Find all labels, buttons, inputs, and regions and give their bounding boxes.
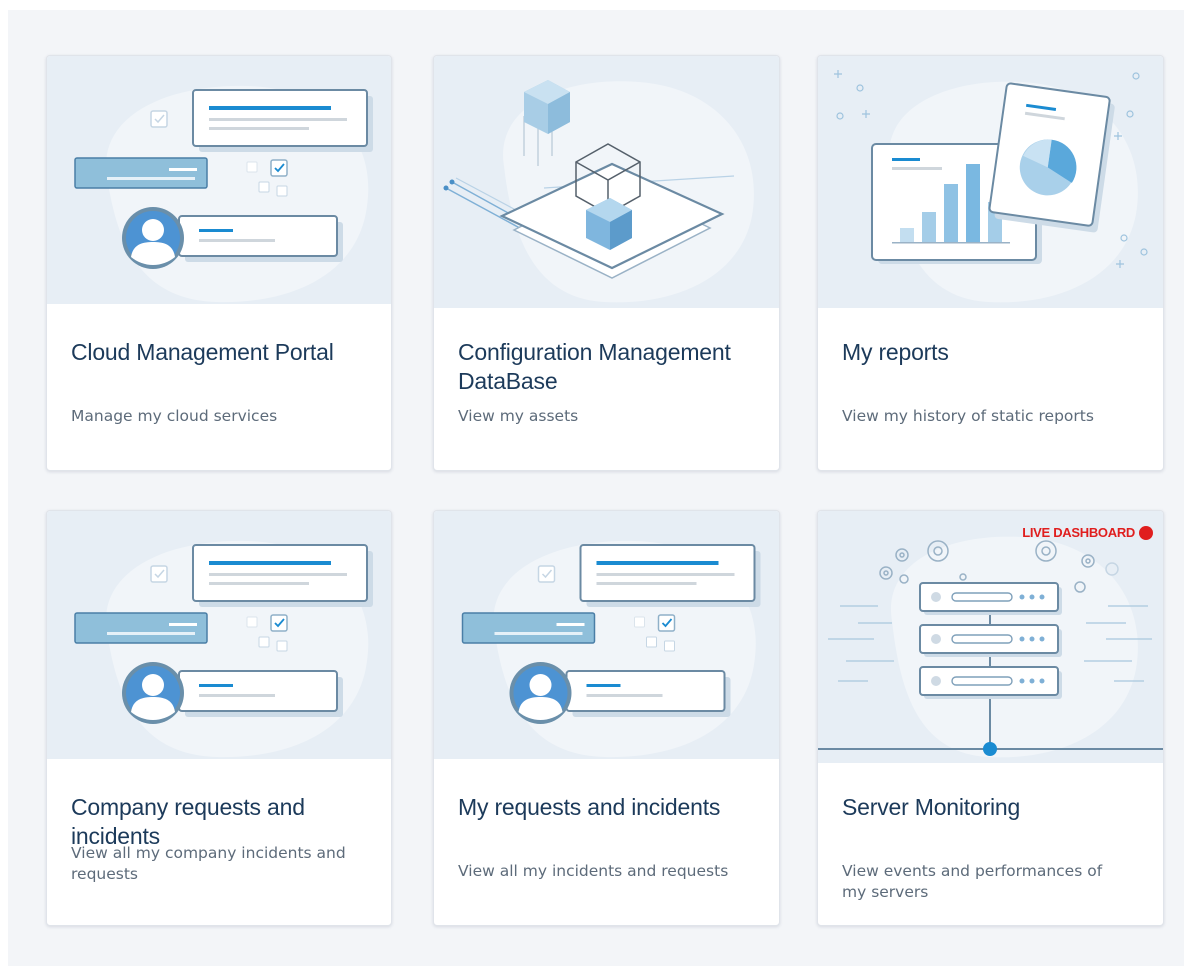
company-requests-illustration <box>47 511 391 759</box>
reports-illustration <box>818 56 1163 308</box>
card-server-monitoring[interactable]: LIVE DASHBOARD Server Monitoring View ev… <box>817 510 1164 926</box>
live-dashboard-label: LIVE DASHBOARD <box>1022 525 1135 540</box>
card-my-requests-and-incidents[interactable]: My requests and incidents View all my in… <box>433 510 780 926</box>
server-monitoring-illustration: LIVE DASHBOARD <box>818 511 1163 763</box>
card-description: View all my incidents and requests <box>458 862 729 880</box>
my-requests-illustration <box>434 511 779 759</box>
cmdb-illustration <box>434 56 779 308</box>
card-configuration-management-database[interactable]: Configuration Management DataBase View m… <box>433 55 780 471</box>
services-page: Cloud Management Portal Manage my cloud … <box>8 10 1184 966</box>
live-indicator-icon <box>1139 525 1153 540</box>
card-my-reports[interactable]: My reports View my history of static rep… <box>817 55 1164 471</box>
card-title: My reports <box>842 339 949 365</box>
card-description: View my assets <box>458 407 579 425</box>
card-company-requests-and-incidents[interactable]: Company requests and incidents View all … <box>46 510 392 926</box>
card-description: View events and performances of my serve… <box>842 862 1103 901</box>
card-title: Server Monitoring <box>842 794 1021 820</box>
card-description: View all my company incidents and reques… <box>71 844 346 883</box>
cloud-portal-illustration <box>47 56 391 304</box>
card-description: Manage my cloud services <box>71 407 278 425</box>
card-title: My requests and incidents <box>458 794 721 820</box>
card-description: View my history of static reports <box>842 407 1094 425</box>
live-dashboard-badge: LIVE DASHBOARD <box>1022 525 1153 540</box>
card-cloud-management-portal[interactable]: Cloud Management Portal Manage my cloud … <box>46 55 392 471</box>
card-title: Cloud Management Portal <box>71 339 334 365</box>
card-title: Configuration Management DataBase <box>458 339 731 394</box>
